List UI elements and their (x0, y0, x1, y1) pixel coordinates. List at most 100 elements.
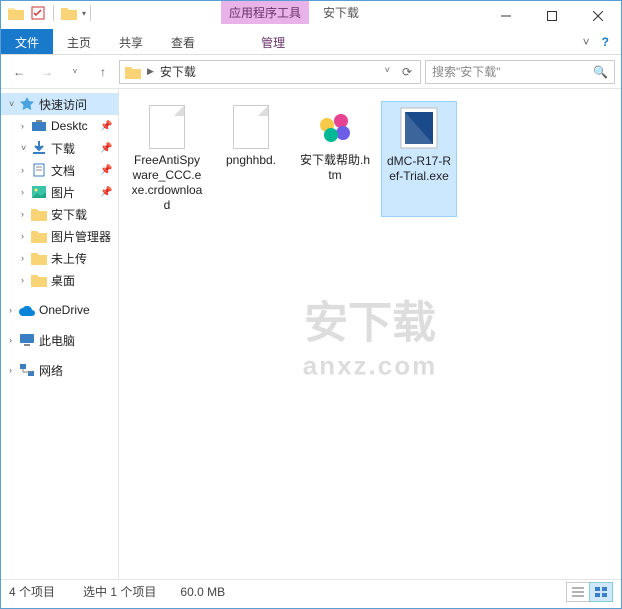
expand-icon[interactable]: › (21, 187, 31, 197)
minimize-button[interactable] (483, 1, 529, 31)
icons-view-button[interactable] (589, 582, 613, 602)
tab-home[interactable]: 主页 (53, 29, 105, 54)
item-icon (31, 206, 47, 222)
main-area: ˅ 快速访问 › Desktc 📌˅ 下载 📌› 文档 📌› 图片 📌› 安下载… (1, 89, 621, 579)
context-tab-highlight: 应用程序工具 (221, 1, 309, 24)
file-name: pnghhbd. (226, 153, 276, 168)
sidebar-quick-access[interactable]: ˅ 快速访问 (1, 93, 118, 115)
sidebar-item[interactable]: › 文档 📌 (1, 159, 118, 181)
ribbon-expand-icon[interactable]: ˅ (583, 35, 590, 49)
expand-icon[interactable]: › (21, 209, 31, 219)
sidebar-this-pc[interactable]: › 此电脑 (1, 329, 118, 351)
expand-icon[interactable]: › (21, 165, 31, 175)
sidebar-item-label: 桌面 (51, 272, 75, 289)
sidebar-item-label: 下载 (51, 140, 75, 157)
back-button[interactable]: ← (7, 60, 31, 84)
sidebar-item[interactable]: › 图片管理器 (1, 225, 118, 247)
search-icon[interactable]: 🔍 (593, 65, 608, 79)
refresh-icon[interactable]: ⟳ (396, 65, 418, 79)
status-size: 60.0 MB (180, 585, 225, 599)
ribbon-tabs: 文件 主页 共享 查看 管理 ˅ ? (1, 29, 621, 55)
expand-icon[interactable]: › (21, 121, 31, 131)
sidebar-network[interactable]: › 网络 (1, 359, 118, 381)
sidebar-item-label: 图片 (51, 184, 75, 201)
navigation-bar: ← → ˅ ↑ ▶ 安下载 ˅ ⟳ 搜索"安下载" 🔍 (1, 55, 621, 89)
address-bar[interactable]: ▶ 安下载 ˅ ⟳ (119, 60, 421, 84)
sidebar-item-label: Desktc (51, 119, 88, 133)
expand-icon[interactable]: › (21, 231, 31, 241)
file-icon (313, 105, 357, 149)
sidebar-item-label: 文档 (51, 162, 75, 179)
search-placeholder: 搜索"安下载" (432, 63, 501, 80)
sidebar-item-label: OneDrive (39, 303, 90, 317)
sidebar-item[interactable]: › 未上传 (1, 247, 118, 269)
window-title: 安下载 (309, 1, 373, 24)
address-dropdown-icon[interactable]: ˅ (379, 65, 396, 79)
pin-icon: 📌 (100, 187, 114, 198)
qat-dropdown-icon[interactable]: ▾ (82, 9, 86, 18)
file-name: dMC-R17-Ref-Trial.exe (384, 154, 454, 184)
status-item-count: 4 个项目 (9, 583, 55, 600)
file-icon (145, 105, 189, 149)
expand-icon[interactable]: ˅ (21, 143, 31, 153)
file-item[interactable]: 安下载帮助.htm (297, 101, 373, 217)
file-item[interactable]: pnghhbd. (213, 101, 289, 217)
sidebar-item[interactable]: ˅ 下载 📌 (1, 137, 118, 159)
watermark: 安下载 anxz.com (303, 287, 438, 382)
pin-icon: 📌 (100, 165, 114, 176)
sidebar-onedrive[interactable]: › OneDrive (1, 299, 118, 321)
close-button[interactable] (575, 1, 621, 31)
item-icon (31, 228, 47, 244)
monitor-icon (19, 332, 35, 348)
item-icon (31, 272, 47, 288)
expand-icon[interactable]: › (9, 335, 19, 345)
folder-icon[interactable] (60, 4, 78, 22)
recent-dropdown-icon[interactable]: ˅ (63, 60, 87, 84)
expand-icon[interactable]: › (21, 275, 31, 285)
sidebar-item-label: 网络 (39, 362, 63, 379)
expand-icon[interactable]: › (21, 253, 31, 263)
cloud-icon (19, 302, 35, 318)
tab-view[interactable]: 查看 (157, 29, 209, 54)
file-icon (397, 106, 441, 150)
help-icon[interactable]: ? (602, 35, 609, 49)
separator (53, 5, 54, 21)
file-icon (229, 105, 273, 149)
item-icon (31, 118, 47, 134)
sidebar-item[interactable]: › 安下载 (1, 203, 118, 225)
folder-icon[interactable] (7, 4, 25, 22)
status-bar: 4 个项目 选中 1 个项目 60.0 MB (1, 579, 621, 603)
item-icon (31, 140, 47, 156)
maximize-button[interactable] (529, 1, 575, 31)
sidebar-item[interactable]: › 桌面 (1, 269, 118, 291)
search-input[interactable]: 搜索"安下载" 🔍 (425, 60, 615, 84)
expand-icon[interactable]: › (9, 365, 19, 375)
pin-icon: 📌 (100, 143, 114, 154)
expand-icon[interactable]: ˅ (9, 99, 19, 109)
chevron-right-icon[interactable]: ▶ (144, 66, 157, 77)
file-tab[interactable]: 文件 (1, 29, 53, 54)
tab-manage[interactable]: 管理 (247, 29, 299, 54)
file-name: FreeAntiSpyware_CCC.exe.crdownload (131, 153, 203, 213)
file-item[interactable]: dMC-R17-Ref-Trial.exe (381, 101, 457, 217)
window-controls (483, 1, 621, 31)
sidebar-item-label: 快速访问 (39, 96, 87, 113)
pin-icon: 📌 (100, 121, 114, 132)
details-view-button[interactable] (566, 582, 590, 602)
file-name: 安下载帮助.htm (299, 153, 371, 183)
item-icon (31, 250, 47, 266)
sidebar-item-label: 安下载 (51, 206, 87, 223)
navigation-pane[interactable]: ˅ 快速访问 › Desktc 📌˅ 下载 📌› 文档 📌› 图片 📌› 安下载… (1, 89, 119, 579)
status-selection: 选中 1 个项目 (83, 583, 156, 600)
expand-icon[interactable]: › (9, 305, 19, 315)
properties-icon[interactable] (29, 4, 47, 22)
file-list[interactable]: 安下载 anxz.com FreeAntiSpyware_CCC.exe.crd… (119, 89, 621, 579)
forward-button[interactable]: → (35, 60, 59, 84)
up-button[interactable]: ↑ (91, 60, 115, 84)
breadcrumb-segment[interactable]: 安下载 (157, 63, 199, 80)
file-item[interactable]: FreeAntiSpyware_CCC.exe.crdownload (129, 101, 205, 217)
sidebar-item-label: 此电脑 (39, 332, 75, 349)
sidebar-item[interactable]: › Desktc 📌 (1, 115, 118, 137)
sidebar-item[interactable]: › 图片 📌 (1, 181, 118, 203)
tab-share[interactable]: 共享 (105, 29, 157, 54)
